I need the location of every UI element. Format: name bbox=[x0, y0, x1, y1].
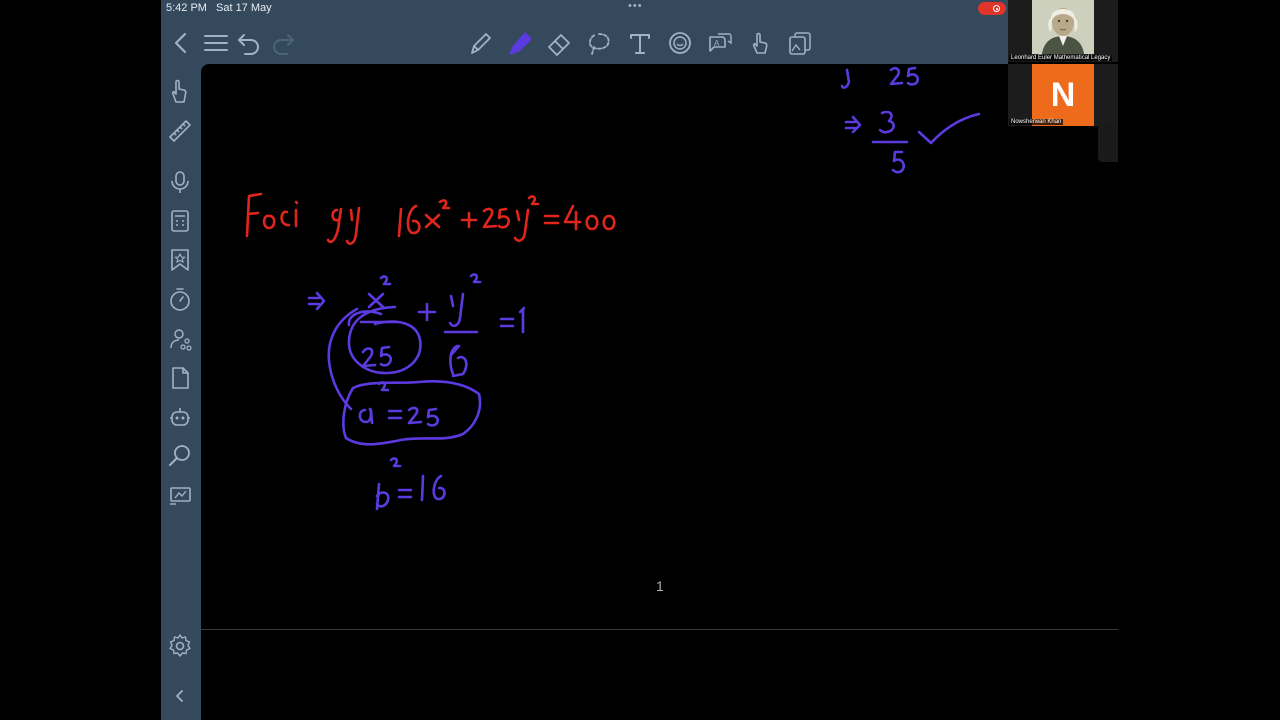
page-divider bbox=[201, 629, 1118, 630]
search-icon bbox=[169, 445, 190, 466]
back-button[interactable] bbox=[166, 28, 196, 58]
handwriting-red bbox=[245, 192, 616, 245]
undo-icon bbox=[238, 34, 259, 55]
screen-recording-indicator[interactable] bbox=[978, 2, 1006, 15]
ruler-button[interactable] bbox=[165, 116, 195, 146]
redo-icon bbox=[273, 34, 294, 55]
page-icon bbox=[172, 367, 189, 389]
participant-name: Nowsherwan Khan bbox=[1009, 119, 1064, 125]
pen-tool-button[interactable] bbox=[465, 28, 495, 58]
pointer-hand-button[interactable] bbox=[165, 76, 195, 106]
microphone-button[interactable] bbox=[165, 167, 195, 197]
participant-tile[interactable]: N Nowsherwan Khan bbox=[1008, 64, 1118, 126]
text-tool-button[interactable] bbox=[625, 28, 655, 58]
eraser-tool-icon bbox=[548, 34, 570, 56]
video-panel-handle[interactable] bbox=[1098, 122, 1118, 162]
settings-button[interactable] bbox=[165, 631, 195, 661]
share-button[interactable] bbox=[165, 324, 195, 354]
bookmark-button[interactable] bbox=[165, 245, 195, 275]
hand-tool-icon bbox=[752, 32, 768, 54]
svg-text:A: A bbox=[714, 39, 720, 48]
lasso-tool-icon bbox=[588, 33, 610, 55]
multitasking-dots[interactable]: ••• bbox=[628, 0, 643, 12]
handwriting-layer bbox=[245, 66, 981, 511]
highlighter-tool-icon bbox=[509, 32, 532, 55]
bookmark-icon bbox=[171, 249, 189, 271]
toolbar: A bbox=[161, 22, 1118, 64]
hand-tool-button[interactable] bbox=[745, 28, 775, 58]
collapse-sidebar-button[interactable] bbox=[165, 681, 195, 711]
eraser-tool-button[interactable] bbox=[544, 28, 574, 58]
pen-tool-icon bbox=[471, 33, 491, 54]
status-bar: 5:42 PM Sat 17 May ••• bbox=[161, 0, 1118, 18]
highlighter-tool-button[interactable] bbox=[504, 28, 534, 58]
portrait-image bbox=[1032, 0, 1094, 54]
record-icon bbox=[993, 5, 1000, 12]
image-tool-icon bbox=[789, 32, 811, 55]
avatar: N bbox=[1032, 64, 1094, 126]
undo-button[interactable] bbox=[234, 28, 264, 58]
participant-tile[interactable]: Leonhard Euler Mathematical Legacy bbox=[1008, 0, 1118, 62]
collapse-icon bbox=[176, 690, 183, 702]
robot-button[interactable] bbox=[165, 402, 195, 432]
calculator-button[interactable] bbox=[165, 206, 195, 236]
note-canvas[interactable]: 1 bbox=[201, 64, 1118, 720]
page-button[interactable] bbox=[165, 363, 195, 393]
search-button[interactable] bbox=[165, 441, 195, 471]
participant-portrait bbox=[1032, 0, 1094, 54]
text-tool-icon bbox=[630, 34, 650, 54]
lasso-tool-button[interactable] bbox=[584, 28, 614, 58]
handwriting-blue bbox=[307, 66, 981, 511]
participant-name: Leonhard Euler Mathematical Legacy bbox=[1009, 55, 1113, 61]
redo-button[interactable] bbox=[268, 28, 298, 58]
translate-tool-icon: A bbox=[709, 33, 732, 52]
ruler-icon bbox=[169, 120, 191, 142]
sticker-tool-button[interactable] bbox=[665, 28, 695, 58]
calculator-icon bbox=[171, 210, 189, 232]
microphone-icon bbox=[171, 171, 189, 193]
sticker-tool-icon bbox=[669, 32, 691, 54]
share-icon bbox=[170, 329, 192, 351]
status-time: 5:42 PM bbox=[166, 2, 207, 14]
status-date: Sat 17 May bbox=[216, 2, 272, 14]
robot-icon bbox=[170, 408, 190, 426]
presentation-button[interactable] bbox=[165, 480, 195, 510]
notes-app: 5:42 PM Sat 17 May ••• A 1 bbox=[161, 0, 1118, 720]
translate-tool-button[interactable]: A bbox=[705, 28, 735, 58]
image-tool-button[interactable] bbox=[785, 28, 815, 58]
menu-button[interactable] bbox=[201, 28, 231, 58]
presentation-icon bbox=[170, 487, 191, 505]
back-icon bbox=[174, 32, 187, 54]
settings-icon bbox=[169, 634, 191, 657]
timer-icon bbox=[170, 288, 190, 311]
left-tool-sidebar bbox=[161, 64, 200, 720]
menu-icon bbox=[204, 35, 228, 51]
timer-button[interactable] bbox=[165, 285, 195, 315]
pointer-hand-icon bbox=[171, 79, 187, 103]
page-number: 1 bbox=[656, 578, 664, 594]
